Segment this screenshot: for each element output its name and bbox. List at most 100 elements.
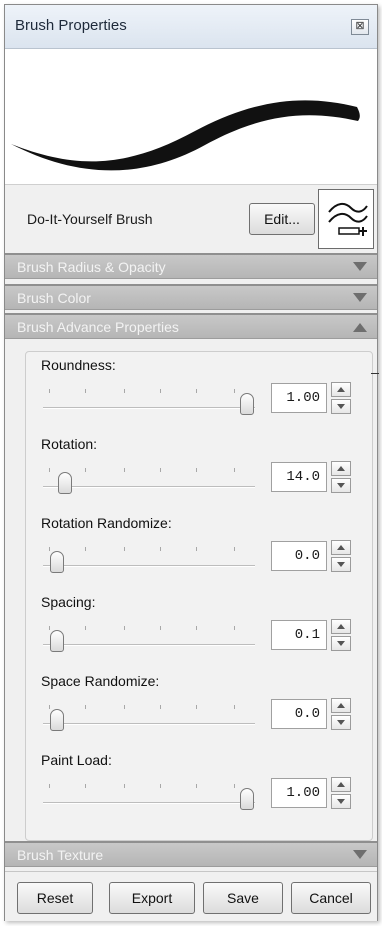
slider-tick xyxy=(159,468,161,472)
section-label: Brush Color xyxy=(17,290,91,306)
property-value-field[interactable]: 1.00 xyxy=(271,778,327,808)
title-bar[interactable]: Brush Properties ⊠ xyxy=(5,5,377,49)
slider-tick xyxy=(85,389,87,393)
slider-tick xyxy=(85,468,87,472)
slider-tick xyxy=(49,626,51,630)
slider-tick xyxy=(195,784,197,788)
value-stepper[interactable] xyxy=(331,698,351,730)
slider-tick xyxy=(233,626,235,630)
step-down-icon[interactable] xyxy=(331,715,351,730)
slider-tick xyxy=(233,389,235,393)
slider-tick xyxy=(85,784,87,788)
value-stepper[interactable] xyxy=(331,382,351,414)
brush-selector-row: Do-It-Yourself Brush Edit... xyxy=(5,185,377,253)
slider-tick xyxy=(233,468,235,472)
section-brush-advance-properties[interactable]: Brush Advance Properties xyxy=(5,313,377,339)
slider-track xyxy=(43,486,255,488)
section-brush-radius-opacity[interactable]: Brush Radius & Opacity xyxy=(5,253,377,279)
reset-button[interactable]: Reset xyxy=(17,882,93,914)
slider-tick xyxy=(159,547,161,551)
property-slider[interactable] xyxy=(43,543,255,573)
property-slider[interactable] xyxy=(43,701,255,731)
value-stepper[interactable] xyxy=(331,777,351,809)
close-icon[interactable]: ⊠ xyxy=(351,19,369,35)
cancel-button[interactable]: Cancel xyxy=(291,882,371,914)
section-label: Brush Radius & Opacity xyxy=(17,259,166,275)
property-slider[interactable] xyxy=(43,464,255,494)
slider-tick xyxy=(195,547,197,551)
slider-tick xyxy=(159,705,161,709)
slider-tick xyxy=(85,626,87,630)
property-value-field[interactable]: 0.1 xyxy=(271,620,327,650)
step-up-icon[interactable] xyxy=(331,777,351,792)
brush-stroke-preview xyxy=(5,49,377,185)
slider-tick xyxy=(49,468,51,472)
slider-tick xyxy=(159,626,161,630)
property-slider[interactable] xyxy=(43,385,255,415)
slider-track xyxy=(43,565,255,567)
property-label: Roundness: xyxy=(41,357,116,373)
panel-edge-marker xyxy=(371,373,379,374)
step-down-icon[interactable] xyxy=(331,399,351,414)
section-label: Brush Texture xyxy=(17,847,104,863)
slider-tick xyxy=(159,784,161,788)
slider-tick xyxy=(85,705,87,709)
slider-tick xyxy=(195,468,197,472)
slider-tick xyxy=(49,547,51,551)
property-label: Spacing: xyxy=(41,594,96,610)
property-label: Rotation: xyxy=(41,436,98,452)
section-brush-color[interactable]: Brush Color xyxy=(5,284,377,310)
slider-tick xyxy=(123,705,125,709)
slider-tick xyxy=(195,626,197,630)
slider-thumb[interactable] xyxy=(57,472,72,494)
slider-track xyxy=(43,644,255,646)
slider-tick xyxy=(123,547,125,551)
edit-brush-button[interactable]: Edit... xyxy=(249,203,315,235)
step-up-icon[interactable] xyxy=(331,461,351,476)
property-slider[interactable] xyxy=(43,780,255,810)
section-brush-texture[interactable]: Brush Texture xyxy=(5,841,377,867)
property-slider[interactable] xyxy=(43,622,255,652)
export-button[interactable]: Export xyxy=(109,882,195,914)
slider-tick xyxy=(233,705,235,709)
brush-thumbnail-icon[interactable] xyxy=(318,189,374,249)
save-button[interactable]: Save xyxy=(203,882,283,914)
slider-thumb[interactable] xyxy=(50,709,64,731)
property-label: Rotation Randomize: xyxy=(41,515,172,531)
section-label: Brush Advance Properties xyxy=(17,319,179,335)
value-stepper[interactable] xyxy=(331,540,351,572)
step-up-icon[interactable] xyxy=(331,540,351,555)
step-down-icon[interactable] xyxy=(331,557,351,572)
slider-tick xyxy=(159,389,161,393)
slider-tick xyxy=(123,784,125,788)
chevron-up-icon xyxy=(353,323,367,332)
property-value-field[interactable]: 14.0 xyxy=(271,462,327,492)
step-up-icon[interactable] xyxy=(331,382,351,397)
dialog-footer: Reset Export Save Cancel xyxy=(5,871,377,921)
slider-tick xyxy=(123,626,125,630)
slider-thumb[interactable] xyxy=(50,551,64,573)
property-value-field[interactable]: 0.0 xyxy=(271,699,327,729)
slider-tick xyxy=(49,705,51,709)
window-title: Brush Properties xyxy=(15,17,127,34)
slider-thumb[interactable] xyxy=(50,630,64,652)
slider-thumb[interactable] xyxy=(240,788,254,810)
slider-tick xyxy=(49,784,51,788)
slider-tick xyxy=(123,389,125,393)
chevron-down-icon xyxy=(353,262,367,271)
slider-thumb[interactable] xyxy=(240,393,254,415)
step-down-icon[interactable] xyxy=(331,478,351,493)
property-value-field[interactable]: 1.00 xyxy=(271,383,327,413)
property-value-field[interactable]: 0.0 xyxy=(271,541,327,571)
chevron-down-icon xyxy=(353,850,367,859)
value-stepper[interactable] xyxy=(331,461,351,493)
property-label: Paint Load: xyxy=(41,752,112,768)
step-up-icon[interactable] xyxy=(331,698,351,713)
brush-name: Do-It-Yourself Brush xyxy=(27,211,153,227)
step-down-icon[interactable] xyxy=(331,636,351,651)
step-down-icon[interactable] xyxy=(331,794,351,809)
slider-tick xyxy=(233,547,235,551)
property-label: Space Randomize: xyxy=(41,673,160,689)
step-up-icon[interactable] xyxy=(331,619,351,634)
value-stepper[interactable] xyxy=(331,619,351,651)
